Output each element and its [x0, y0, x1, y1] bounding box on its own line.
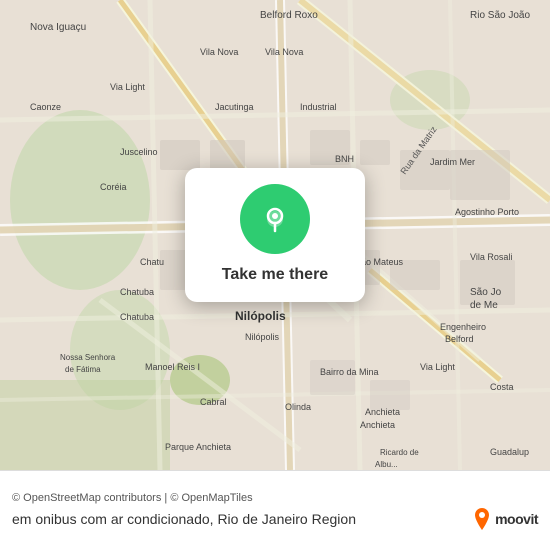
moovit-text: moovit — [495, 511, 538, 527]
svg-text:Rio São João: Rio São João — [470, 10, 530, 21]
svg-text:Nossa Senhora: Nossa Senhora — [60, 353, 116, 362]
location-pin-icon — [240, 184, 310, 254]
route-info: em onibus com ar condicionado, Rio de Ja… — [12, 508, 538, 530]
svg-text:Vila Nova: Vila Nova — [265, 47, 303, 57]
svg-text:Ricardo de: Ricardo de — [380, 448, 419, 457]
route-description: em onibus com ar condicionado, Rio de Ja… — [12, 511, 356, 527]
svg-text:Caonze: Caonze — [30, 102, 61, 112]
svg-text:São Jo: São Jo — [470, 287, 502, 298]
take-me-there-button[interactable]: Take me there — [222, 264, 328, 286]
svg-text:Nova Iguaçu: Nova Iguaçu — [30, 22, 86, 33]
svg-text:Vila Rosali: Vila Rosali — [470, 252, 512, 262]
svg-text:Jardim Mer: Jardim Mer — [430, 157, 475, 167]
svg-text:de Me: de Me — [470, 300, 498, 311]
svg-text:Cabral: Cabral — [200, 397, 227, 407]
svg-text:de Fátima: de Fátima — [65, 365, 101, 374]
svg-text:Chatuba: Chatuba — [120, 287, 154, 297]
svg-text:Albu...: Albu... — [375, 460, 398, 469]
map-attribution: © OpenStreetMap contributors | © OpenMap… — [12, 492, 538, 504]
svg-text:Bairro da Mina: Bairro da Mina — [320, 367, 379, 377]
svg-text:Costa: Costa — [490, 382, 514, 392]
svg-text:Guadalup: Guadalup — [490, 447, 529, 457]
svg-text:Belford: Belford — [445, 334, 474, 344]
svg-text:Anchieta: Anchieta — [360, 420, 395, 430]
moovit-logo: moovit — [473, 508, 538, 530]
bottom-bar: © OpenStreetMap contributors | © OpenMap… — [0, 470, 550, 550]
svg-text:Anchieta: Anchieta — [365, 407, 400, 417]
svg-text:Jacutinga: Jacutinga — [215, 102, 254, 112]
svg-text:Belford Roxo: Belford Roxo — [260, 10, 318, 21]
svg-text:Nilópolis: Nilópolis — [245, 332, 280, 342]
svg-text:BNH: BNH — [335, 154, 354, 164]
svg-text:Olinda: Olinda — [285, 402, 311, 412]
svg-text:Chatuba: Chatuba — [120, 312, 154, 322]
moovit-pin-icon — [473, 508, 491, 530]
svg-text:Coréia: Coréia — [100, 182, 127, 192]
svg-text:Engenheiro: Engenheiro — [440, 322, 486, 332]
svg-text:Chatu: Chatu — [140, 257, 164, 267]
svg-text:Manoel Reis I: Manoel Reis I — [145, 362, 200, 372]
svg-text:Juscelino: Juscelino — [120, 147, 158, 157]
action-card: Take me there — [185, 168, 365, 302]
svg-text:Industrial: Industrial — [300, 102, 337, 112]
svg-text:Via Light: Via Light — [110, 82, 145, 92]
svg-text:Nilópolis: Nilópolis — [235, 309, 286, 323]
svg-text:Vila Nova: Vila Nova — [200, 47, 238, 57]
svg-text:Agostinho Porto: Agostinho Porto — [455, 207, 519, 217]
svg-text:Via Light: Via Light — [420, 362, 455, 372]
map-view: Nova Iguaçu Belford Roxo Rio São João Ca… — [0, 0, 550, 470]
svg-text:Parque Anchieta: Parque Anchieta — [165, 442, 231, 452]
